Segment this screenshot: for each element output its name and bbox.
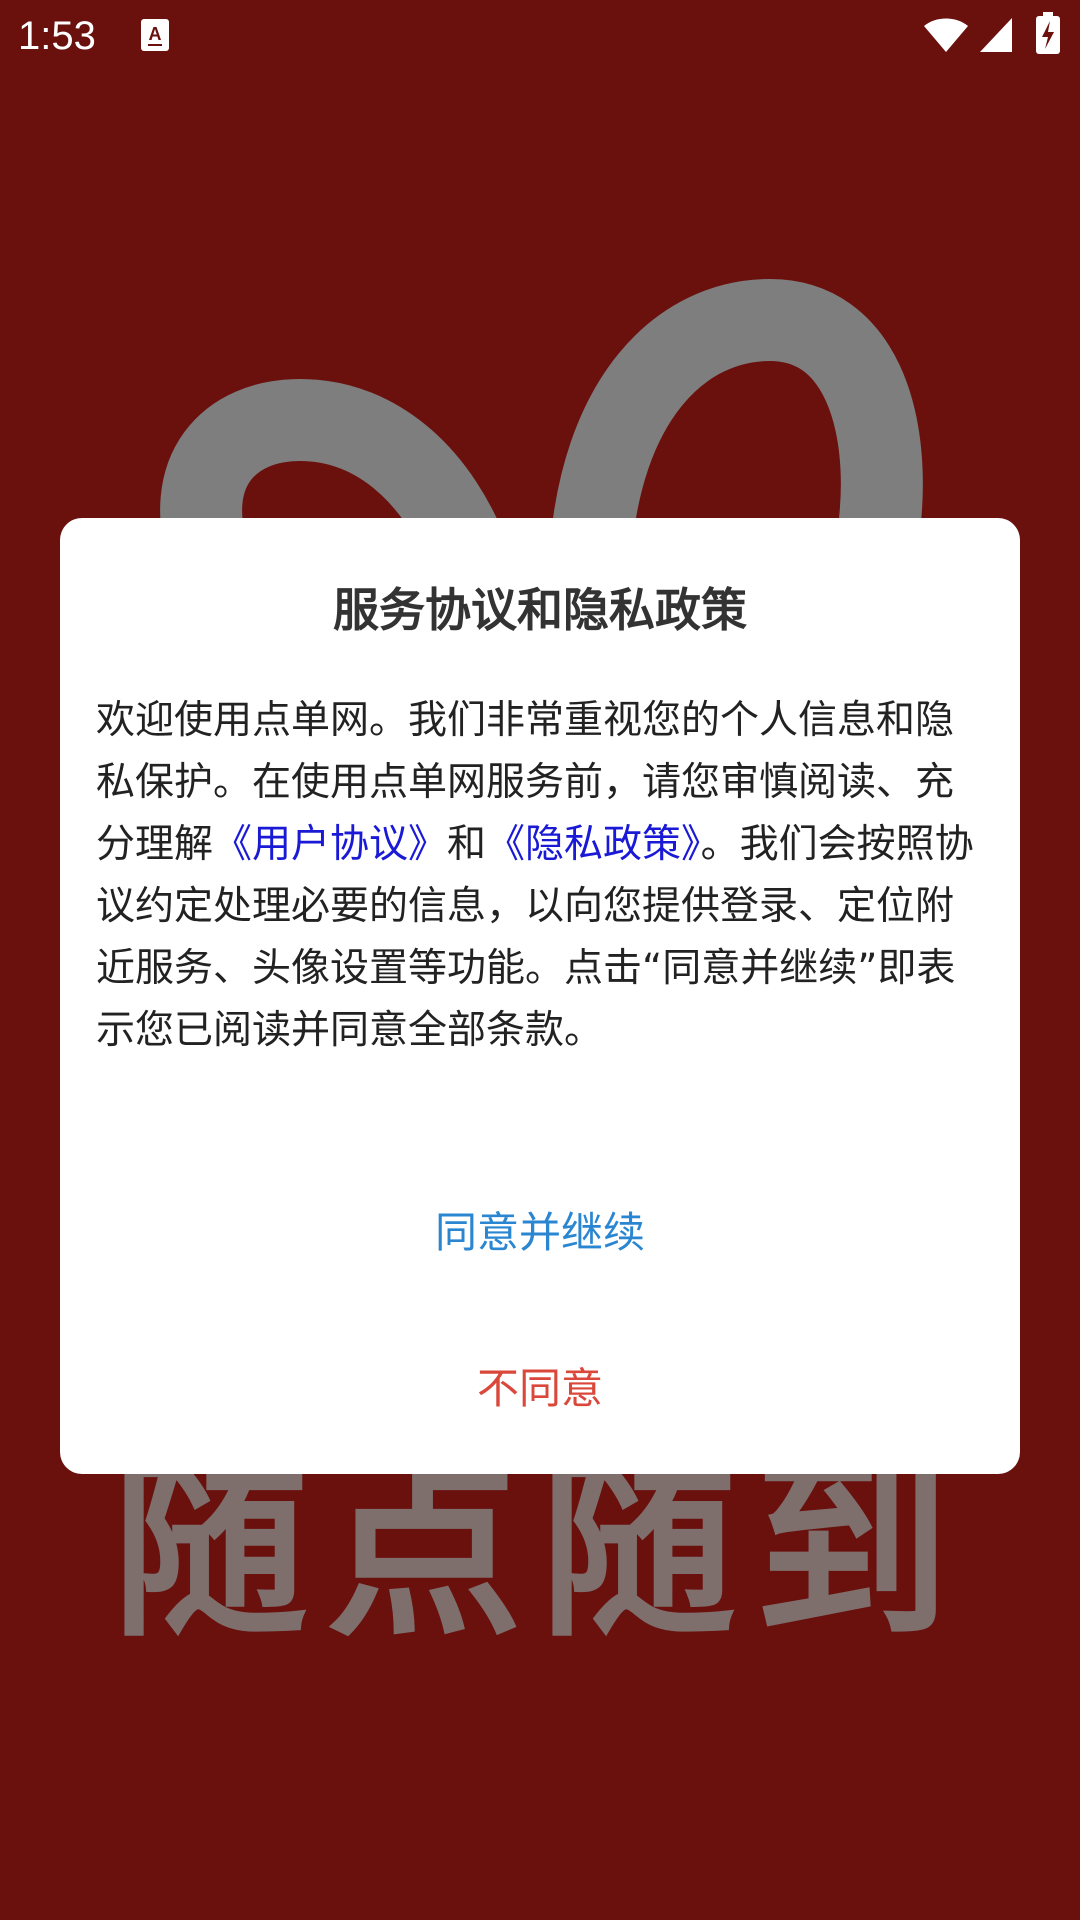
agree-and-continue-button[interactable]: 同意并继续	[60, 1178, 1020, 1288]
disagree-button[interactable]: 不同意	[60, 1334, 1020, 1444]
user-agreement-link[interactable]: 《用户协议》	[213, 822, 447, 867]
privacy-policy-link[interactable]: 《隐私政策》	[486, 822, 701, 867]
dialog-title: 服务协议和隐私政策	[333, 583, 747, 637]
splash-screen: 随点随到 1:53 A 服务协议和隐私政策 欢迎使用点单网。我们非常重视您的个人…	[0, 0, 1080, 1920]
dialog-message: 欢迎使用点单网。我们非常重视您的个人信息和隐私保护。在使用点单网服务前，请您审慎…	[96, 690, 986, 1062]
privacy-dialog: 服务协议和隐私政策 欢迎使用点单网。我们非常重视您的个人信息和隐私保护。在使用点…	[60, 518, 1020, 1474]
dialog-message-and: 和	[447, 822, 487, 867]
